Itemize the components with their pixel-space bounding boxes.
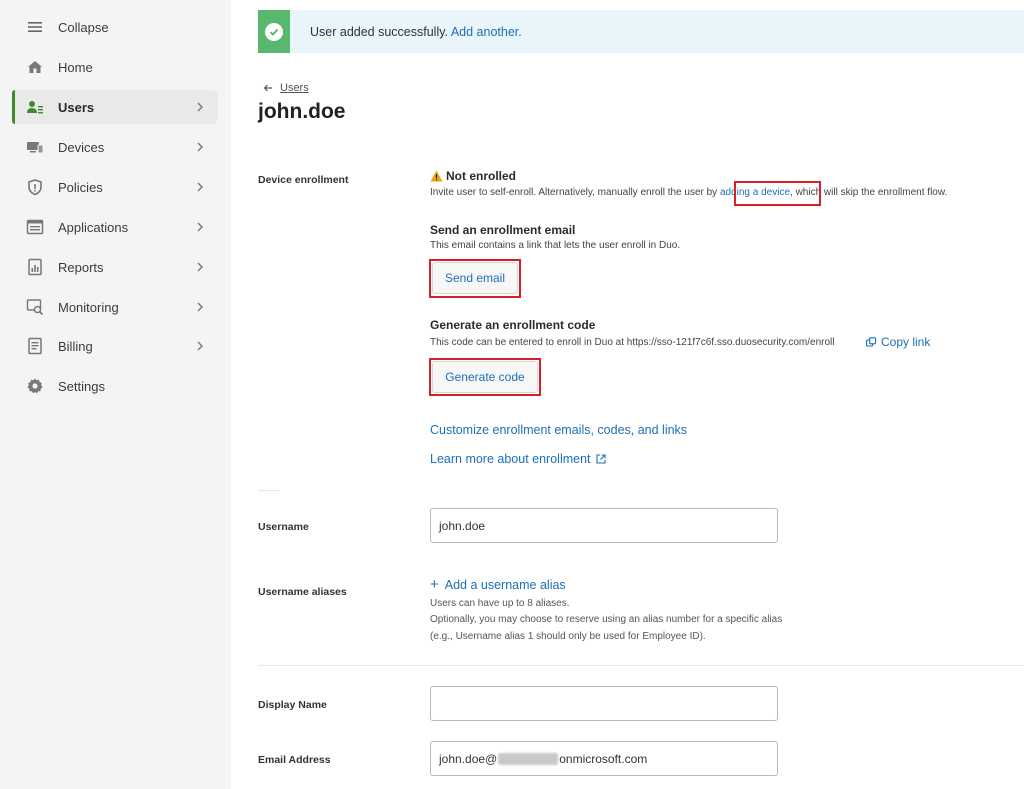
highlight-box xyxy=(734,181,821,206)
sidebar-item-label: Billing xyxy=(58,338,93,354)
sidebar-item-settings[interactable]: Settings xyxy=(12,369,218,403)
success-banner: User added successfully. Add another. xyxy=(258,10,1024,53)
check-icon xyxy=(265,22,283,41)
alias-note: Users can have up to 8 aliases. xyxy=(430,598,570,609)
sidebar-item-billing[interactable]: Billing xyxy=(12,329,218,363)
highlight-box xyxy=(429,259,521,298)
sidebar-item-monitoring[interactable]: Monitoring xyxy=(12,290,218,324)
sidebar-item-label: Applications xyxy=(58,219,129,235)
sidebar-item-policies[interactable]: Policies xyxy=(12,170,218,204)
reports-icon xyxy=(26,258,44,276)
status-desc-text: Invite user to self-enroll. Alternativel… xyxy=(430,187,720,198)
monitoring-icon xyxy=(26,298,44,316)
sidebar-item-label: Settings xyxy=(58,378,105,394)
chevron-right-icon xyxy=(194,100,206,114)
chevron-right-icon xyxy=(194,260,206,274)
divider xyxy=(258,665,1024,666)
home-icon xyxy=(26,58,44,76)
customize-enrollment-link[interactable]: Customize enrollment emails, codes, and … xyxy=(430,423,687,437)
chevron-right-icon xyxy=(194,300,206,314)
sidebar-item-label: Monitoring xyxy=(58,299,119,315)
generate-code-description: This code can be entered to enroll in Du… xyxy=(430,337,835,348)
copy-link-label: Copy link xyxy=(881,335,931,349)
generate-code-title: Generate an enrollment code xyxy=(430,318,596,332)
banner-message: User added successfully. xyxy=(310,24,449,39)
sidebar-item-label: Home xyxy=(58,59,93,75)
chevron-right-icon xyxy=(194,180,206,194)
chevron-right-icon xyxy=(194,140,206,154)
sidebar-item-label: Reports xyxy=(58,259,104,275)
sidebar-item-collapse[interactable]: Collapse xyxy=(12,10,218,44)
sidebar-item-label: Devices xyxy=(58,139,105,155)
username-value: john.doe xyxy=(439,518,486,533)
display-name-input[interactable] xyxy=(430,686,778,721)
copy-link-button[interactable]: Copy link xyxy=(866,335,930,349)
highlight-box xyxy=(429,358,541,396)
send-email-title: Send an enrollment email xyxy=(430,223,576,237)
users-icon xyxy=(26,98,44,116)
hamburger-icon xyxy=(26,18,44,36)
add-alias-label: Add a username alias xyxy=(444,577,566,592)
device-enrollment-label: Device enrollment xyxy=(258,174,349,186)
gear-icon xyxy=(26,377,44,395)
alias-note: (e.g., Username alias 1 should only be u… xyxy=(430,631,706,642)
warning-icon xyxy=(430,170,443,182)
breadcrumb-users-link[interactable]: Users xyxy=(280,82,309,94)
success-bar xyxy=(258,10,290,53)
add-another-link[interactable]: Add another. xyxy=(451,25,522,39)
username-label: Username xyxy=(258,521,309,533)
copy-icon xyxy=(866,336,877,347)
display-name-label: Display Name xyxy=(258,699,327,711)
billing-icon xyxy=(26,337,44,355)
customize-enrollment-label: Customize enrollment emails, codes, and … xyxy=(430,423,688,437)
add-username-alias-link[interactable]: + Add a username alias xyxy=(430,577,566,592)
arrow-left-icon xyxy=(263,84,272,92)
plus-icon: + xyxy=(430,576,439,593)
banner-text: User added successfully. Add another. xyxy=(310,25,522,39)
email-value-prefix: john.doe@ xyxy=(439,751,498,766)
send-email-description: This email contains a link that lets the… xyxy=(430,240,681,251)
devices-icon xyxy=(26,138,44,156)
applications-icon xyxy=(26,218,44,236)
chevron-right-icon xyxy=(194,220,206,234)
enrollment-status: Not enrolled xyxy=(446,169,517,183)
external-link-icon xyxy=(595,454,606,464)
sidebar-item-users[interactable]: Users xyxy=(12,90,218,124)
email-value-suffix: onmicrosoft.com xyxy=(559,751,648,766)
username-aliases-label: Username aliases xyxy=(258,586,347,598)
shield-icon xyxy=(26,178,44,196)
page-title: john.doe xyxy=(258,100,346,123)
sidebar-item-applications[interactable]: Applications xyxy=(12,210,218,244)
sidebar-item-label: Policies xyxy=(58,179,103,195)
enrollment-status-description: Invite user to self-enroll. Alternativel… xyxy=(430,187,947,198)
sidebar-item-devices[interactable]: Devices xyxy=(12,130,218,164)
sidebar-item-label: Collapse xyxy=(58,19,109,35)
learn-more-link[interactable]: Learn more about enrollment xyxy=(430,452,606,466)
chevron-right-icon xyxy=(194,339,206,353)
learn-more-label: Learn more about enrollment xyxy=(430,452,591,466)
email-address-input[interactable]: john.doe@ onmicrosoft.com xyxy=(430,741,778,776)
email-address-label: Email Address xyxy=(258,754,331,766)
breadcrumb: Users xyxy=(262,82,309,94)
alias-note: Optionally, you may choose to reserve us… xyxy=(430,614,783,625)
sidebar-item-home[interactable]: Home xyxy=(12,50,218,84)
username-input[interactable]: john.doe xyxy=(430,508,778,543)
sidebar-item-reports[interactable]: Reports xyxy=(12,250,218,284)
redacted-text xyxy=(498,752,559,765)
sidebar-item-label: Users xyxy=(58,99,95,115)
divider xyxy=(258,490,280,491)
sidebar: Collapse Home Users Devices Policies App… xyxy=(0,0,231,789)
